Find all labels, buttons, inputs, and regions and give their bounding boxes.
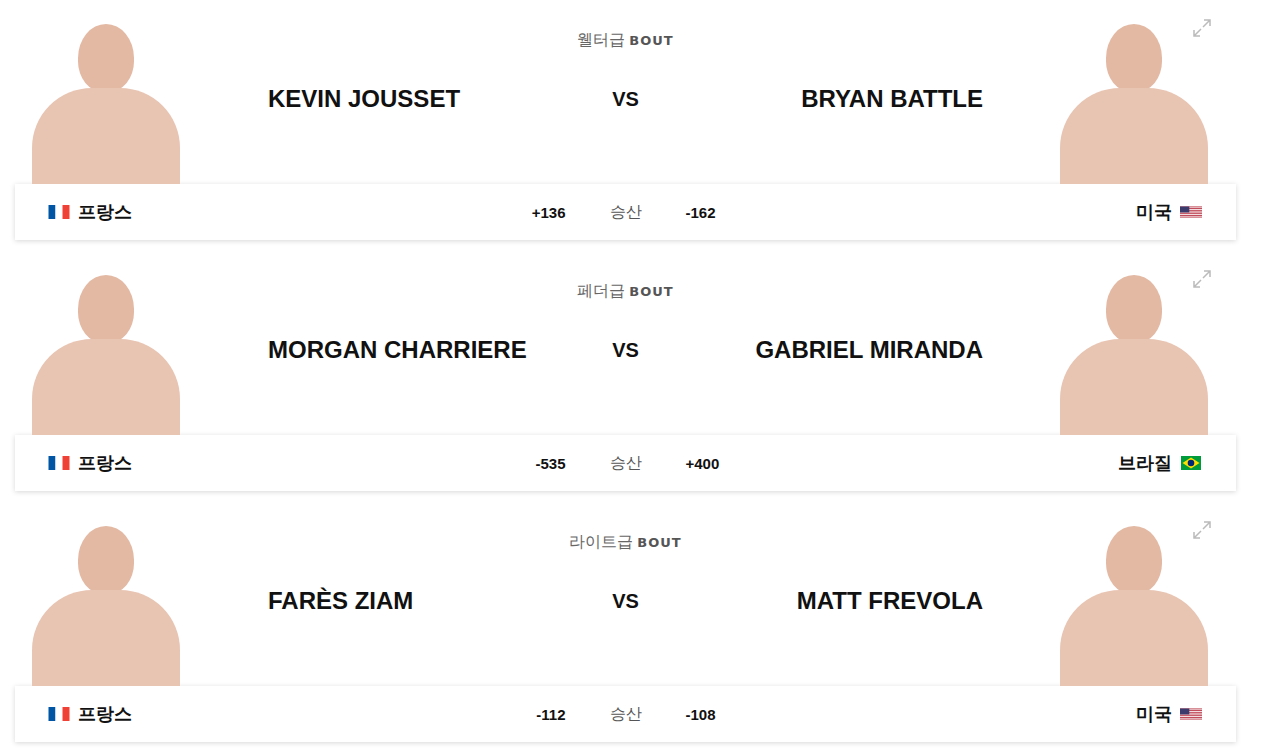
country: 미국 xyxy=(746,200,1237,224)
bout-header: 페더급BOUTMORGAN CHARRIEREVSGABRIEL MIRANDA xyxy=(15,251,1236,435)
france-flag-icon xyxy=(48,707,70,721)
bout-header: 라이트급BOUTFARÈS ZIAMVSMATT FREVOLA xyxy=(15,502,1236,686)
expand-icon[interactable] xyxy=(1192,520,1212,540)
odds-bar: 프랑스+136 승산 -162미국 xyxy=(15,184,1236,240)
right-odds: -108 xyxy=(686,706,746,723)
fighter-name[interactable]: MORGAN CHARRIERE xyxy=(268,311,586,435)
odds-bar: 프랑스-112 승산 -108미국 xyxy=(15,686,1236,742)
brazil-flag-icon xyxy=(1180,456,1202,470)
odds: +136 승산 -162 xyxy=(506,202,746,223)
weight-class: 페더급BOUT xyxy=(268,251,983,311)
fight-card: 웰터급BOUTKEVIN JOUSSETVSBRYAN BATTLE프랑스+13… xyxy=(0,0,1261,751)
left-odds: +136 xyxy=(506,204,566,221)
expand-icon[interactable] xyxy=(1192,18,1212,38)
country: 프랑스 xyxy=(15,200,506,224)
bout-header: 웰터급BOUTKEVIN JOUSSETVSBRYAN BATTLE xyxy=(15,0,1236,184)
odds: -112 승산 -108 xyxy=(506,704,746,725)
vs-label: VS xyxy=(586,311,666,435)
expand-icon[interactable] xyxy=(1192,269,1212,289)
left-odds: -535 xyxy=(506,455,566,472)
fighter-photo xyxy=(983,251,1236,435)
bout[interactable]: 웰터급BOUTKEVIN JOUSSETVSBRYAN BATTLE프랑스+13… xyxy=(0,0,1261,251)
usa-flag-icon xyxy=(1180,707,1202,721)
odds: -535 승산 +400 xyxy=(506,453,746,474)
country: 프랑스 xyxy=(15,451,506,475)
country: 프랑스 xyxy=(15,702,506,726)
france-flag-icon xyxy=(48,205,70,219)
country: 브라질 xyxy=(746,451,1237,475)
bout[interactable]: 라이트급BOUTFARÈS ZIAMVSMATT FREVOLA 프랑스-112 승… xyxy=(0,502,1261,751)
odds-label: 승산 xyxy=(610,453,642,474)
right-odds: +400 xyxy=(686,455,746,472)
fighter-name[interactable]: FARÈS ZIAM xyxy=(268,562,586,686)
left-odds: -112 xyxy=(506,706,566,723)
fighter-photo xyxy=(983,502,1236,686)
fighter-name[interactable]: GABRIEL MIRANDA xyxy=(666,311,984,435)
usa-flag-icon xyxy=(1180,205,1202,219)
right-odds: -162 xyxy=(686,204,746,221)
odds-label: 승산 xyxy=(610,202,642,223)
france-flag-icon xyxy=(48,456,70,470)
fighter-photo xyxy=(15,251,268,435)
vs-label: VS xyxy=(586,562,666,686)
fighter-name[interactable]: BRYAN BATTLE xyxy=(666,60,984,184)
odds-bar: 프랑스-535 승산 +400브라질 xyxy=(15,435,1236,491)
vs-label: VS xyxy=(586,60,666,184)
country: 미국 xyxy=(746,702,1237,726)
fighter-photo xyxy=(15,502,268,686)
odds-label: 승산 xyxy=(610,704,642,725)
weight-class: 라이트급BOUT xyxy=(268,502,983,562)
fighter-photo xyxy=(15,0,268,184)
fighter-photo xyxy=(983,0,1236,184)
fighter-name[interactable]: MATT FREVOLA xyxy=(666,562,984,686)
fighter-name[interactable]: KEVIN JOUSSET xyxy=(268,60,586,184)
bout[interactable]: 페더급BOUTMORGAN CHARRIEREVSGABRIEL MIRANDA… xyxy=(0,251,1261,502)
weight-class: 웰터급BOUT xyxy=(268,0,983,60)
